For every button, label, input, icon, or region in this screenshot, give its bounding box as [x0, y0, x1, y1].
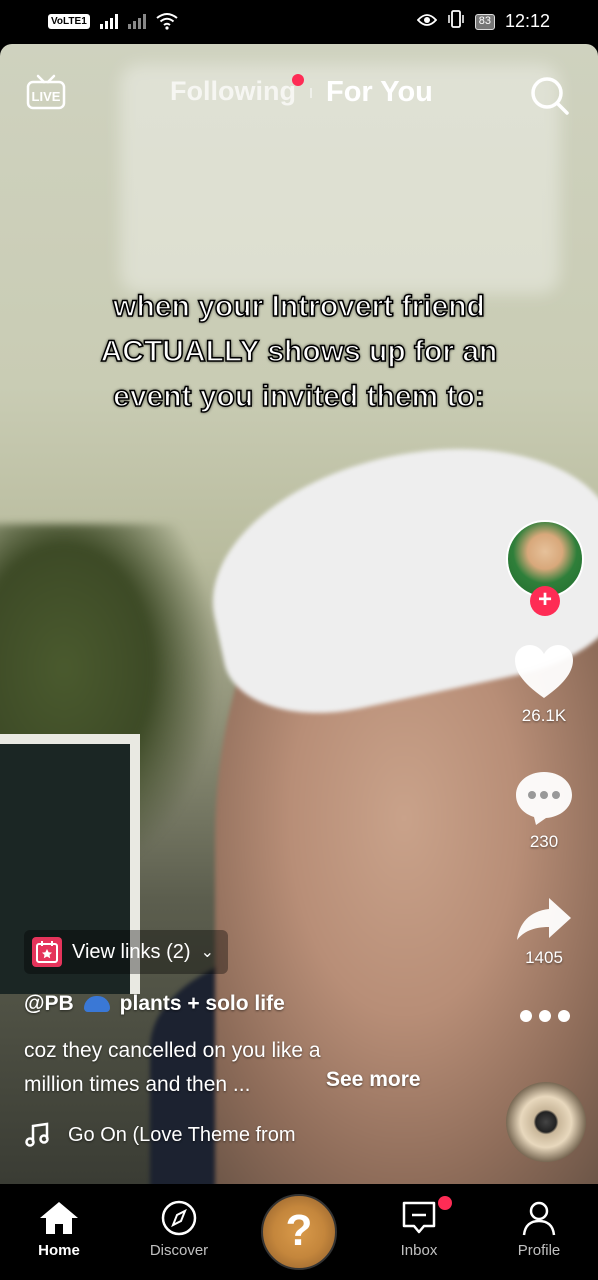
compass-icon: [161, 1200, 197, 1236]
author-handle[interactable]: @PB: [24, 992, 74, 1016]
overlay-line: ACTUALLY shows up for an: [100, 334, 498, 369]
signal-secondary-icon: [127, 13, 146, 29]
wifi-icon: [156, 12, 178, 30]
follow-button[interactable]: +: [530, 586, 560, 616]
tab-divider: [310, 88, 312, 98]
profile-icon: [522, 1201, 556, 1236]
vibrate-icon: [447, 10, 465, 33]
comment-button[interactable]: 230: [498, 770, 590, 852]
more-options-icon[interactable]: [520, 1010, 570, 1022]
status-bar: VoLTE1 83 12:12: [0, 0, 598, 44]
live-label: LIVE: [32, 89, 61, 104]
like-count: 26.1K: [521, 706, 567, 725]
volte-badge: VoLTE1: [48, 13, 90, 29]
nav-inbox[interactable]: Inbox: [364, 1200, 474, 1259]
music-disc[interactable]: [506, 1082, 586, 1162]
bottom-nav: Home Discover ? Inbox Profile: [0, 1184, 598, 1280]
search-icon[interactable]: [528, 74, 570, 116]
view-links-button[interactable]: View links (2) ⌄: [24, 930, 228, 974]
comment-icon: [516, 772, 572, 825]
inbox-notification-dot: [438, 1196, 452, 1210]
video-overlay-text: when your Introvert friend ACTUALLY show…: [0, 284, 598, 419]
calendar-star-icon: [32, 937, 62, 967]
like-button[interactable]: 26.1K: [498, 644, 590, 726]
following-notification-dot: [292, 74, 304, 86]
status-right: 83 12:12: [416, 10, 550, 33]
clock: 12:12: [504, 11, 550, 31]
author-line[interactable]: @PB plants + solo life: [24, 992, 285, 1016]
tab-following[interactable]: Following: [170, 76, 296, 107]
create-button[interactable]: ?: [261, 1194, 337, 1270]
tab-for-you[interactable]: For You: [326, 76, 433, 109]
view-links-label: View links (2): [72, 940, 191, 963]
share-icon: [517, 898, 571, 940]
nav-discover-label: Discover: [149, 1242, 209, 1259]
music-title: Go On (Love Theme from: [68, 1123, 296, 1146]
share-count: 1405: [525, 948, 563, 967]
nav-profile[interactable]: Profile: [484, 1200, 594, 1259]
overlay-line: event you invited them to:: [112, 379, 485, 414]
author-tagline: plants + solo life: [119, 992, 285, 1015]
battery-icon: 83: [474, 13, 495, 30]
share-button[interactable]: 1405: [498, 896, 590, 968]
inbox-icon: [402, 1201, 436, 1234]
overlay-line: when your Introvert friend: [112, 289, 485, 324]
see-more-button[interactable]: See more: [326, 1068, 421, 1092]
nav-discover[interactable]: Discover: [124, 1200, 234, 1259]
home-icon: [40, 1202, 78, 1234]
top-nav: LIVE Following For You: [0, 60, 598, 120]
music-info[interactable]: Go On (Love Theme from: [24, 1122, 296, 1148]
live-icon[interactable]: LIVE: [26, 72, 66, 112]
nav-profile-label: Profile: [517, 1242, 561, 1259]
cap-emoji-icon: [83, 996, 110, 1012]
music-note-icon: [24, 1122, 50, 1148]
nav-inbox-label: Inbox: [400, 1242, 438, 1259]
create-icon: ?: [285, 1206, 313, 1255]
caption-line: coz they cancelled on you like a: [24, 1039, 321, 1062]
nav-home-label: Home: [38, 1242, 80, 1259]
signal-icon: [99, 13, 118, 29]
eye-icon: [416, 11, 437, 32]
nav-home[interactable]: Home: [4, 1200, 114, 1259]
heart-icon: [515, 645, 573, 698]
chevron-down-icon: ⌄: [200, 944, 214, 961]
comment-count: 230: [529, 832, 559, 851]
status-left: VoLTE1: [48, 12, 178, 30]
